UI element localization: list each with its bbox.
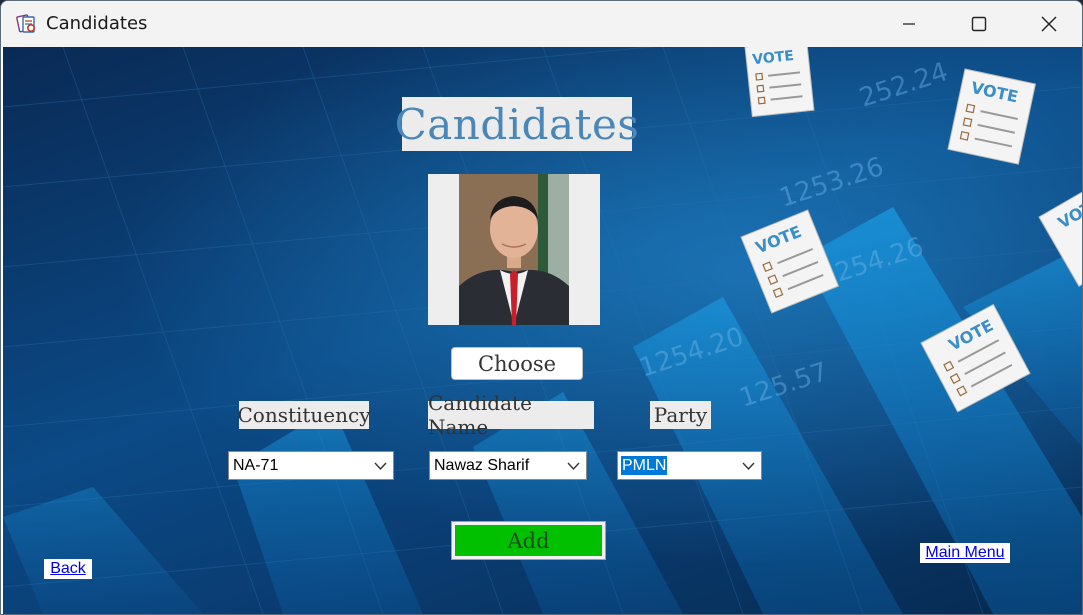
candidate-photo: [428, 174, 600, 325]
vote-paper-icon: VOTE: [740, 209, 840, 314]
back-link[interactable]: Back: [44, 559, 92, 579]
candidate-name-label: Candidate Name: [428, 391, 594, 439]
main-menu-link[interactable]: Main Menu: [920, 543, 1010, 563]
party-dropdown[interactable]: PMLN: [617, 451, 762, 480]
page-title: Candidates: [395, 97, 639, 151]
bg-number: 252.24: [856, 57, 952, 114]
chevron-down-icon: [567, 462, 580, 471]
window-title: Candidates: [46, 13, 148, 34]
vote-paper-icon: VOTE: [947, 68, 1037, 165]
chevron-down-icon: [374, 462, 387, 471]
candidate-name-value: Nawaz Sharif: [434, 457, 530, 474]
choose-photo-button[interactable]: Choose: [451, 347, 583, 380]
maximize-icon: [971, 16, 987, 32]
chevron-down-icon: [742, 462, 755, 471]
vote-paper-icon: VOTE: [744, 47, 815, 118]
candidate-portrait-image: [459, 174, 569, 325]
close-button[interactable]: [1014, 1, 1082, 47]
form-client-area: 1253.26 1254.26 1254.20 125.57 252.24 VO…: [3, 47, 1082, 614]
title-bar[interactable]: Candidates: [1, 1, 1082, 47]
constituency-label: Constituency: [237, 401, 371, 429]
maximize-button[interactable]: [944, 1, 1014, 47]
party-value: PMLN: [621, 456, 668, 475]
minimize-button[interactable]: [874, 1, 944, 47]
party-label: Party: [650, 401, 711, 429]
candidates-window: Candidates 1253.26 1254.26 1254.20 125.5…: [0, 0, 1083, 615]
close-icon: [1041, 16, 1057, 32]
constituency-dropdown[interactable]: NA-71: [228, 451, 394, 480]
minimize-icon: [903, 23, 915, 25]
candidate-name-dropdown[interactable]: Nawaz Sharif: [429, 451, 587, 480]
ballot-app-icon: [16, 14, 36, 33]
constituency-value: NA-71: [233, 457, 279, 474]
add-candidate-button[interactable]: Add: [451, 521, 606, 560]
bg-number: 1253.26: [776, 152, 888, 214]
